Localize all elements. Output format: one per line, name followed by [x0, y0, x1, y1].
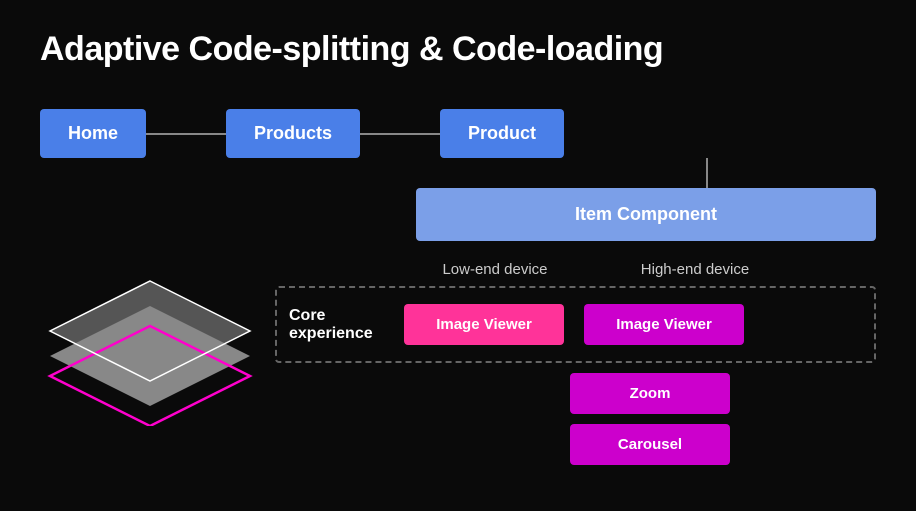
vertical-connector-line	[706, 158, 708, 188]
carousel-btn[interactable]: Carousel	[570, 424, 730, 465]
vertical-connector-area	[40, 158, 876, 188]
experience-section: Core experience Image Viewer Image Viewe…	[275, 286, 876, 363]
right-content: Low-end device High-end device Core expe…	[275, 261, 876, 465]
extra-right-buttons: Zoom Carousel	[570, 373, 730, 465]
device-headers: Low-end device High-end device	[395, 261, 876, 278]
lower-section: Low-end device High-end device Core expe…	[40, 261, 876, 465]
page-container: Adaptive Code-splitting & Code-loading H…	[0, 0, 916, 511]
connector-products-product	[360, 133, 440, 135]
products-box: Products	[226, 109, 360, 158]
zoom-btn[interactable]: Zoom	[570, 373, 730, 414]
high-end-label: High-end device	[595, 261, 795, 278]
connector-home-products	[146, 133, 226, 135]
core-label: Core experience	[289, 307, 404, 343]
extra-buttons: Zoom Carousel	[390, 373, 876, 465]
layers-icon	[40, 271, 260, 426]
diagram-area: Home Products Product Item Component	[40, 109, 876, 465]
product-box: Product	[440, 109, 564, 158]
item-component-row: Item Component	[40, 188, 876, 241]
home-box: Home	[40, 109, 146, 158]
layers-icon-container	[40, 271, 270, 431]
page-title: Adaptive Code-splitting & Code-loading	[40, 30, 876, 69]
spacer	[390, 373, 550, 465]
extra-buttons-row: Zoom Carousel	[390, 373, 876, 465]
image-viewer-low-btn[interactable]: Image Viewer	[404, 304, 564, 345]
image-viewer-high-btn[interactable]: Image Viewer	[584, 304, 744, 345]
low-end-label: Low-end device	[395, 261, 595, 278]
item-component-box: Item Component	[416, 188, 876, 241]
